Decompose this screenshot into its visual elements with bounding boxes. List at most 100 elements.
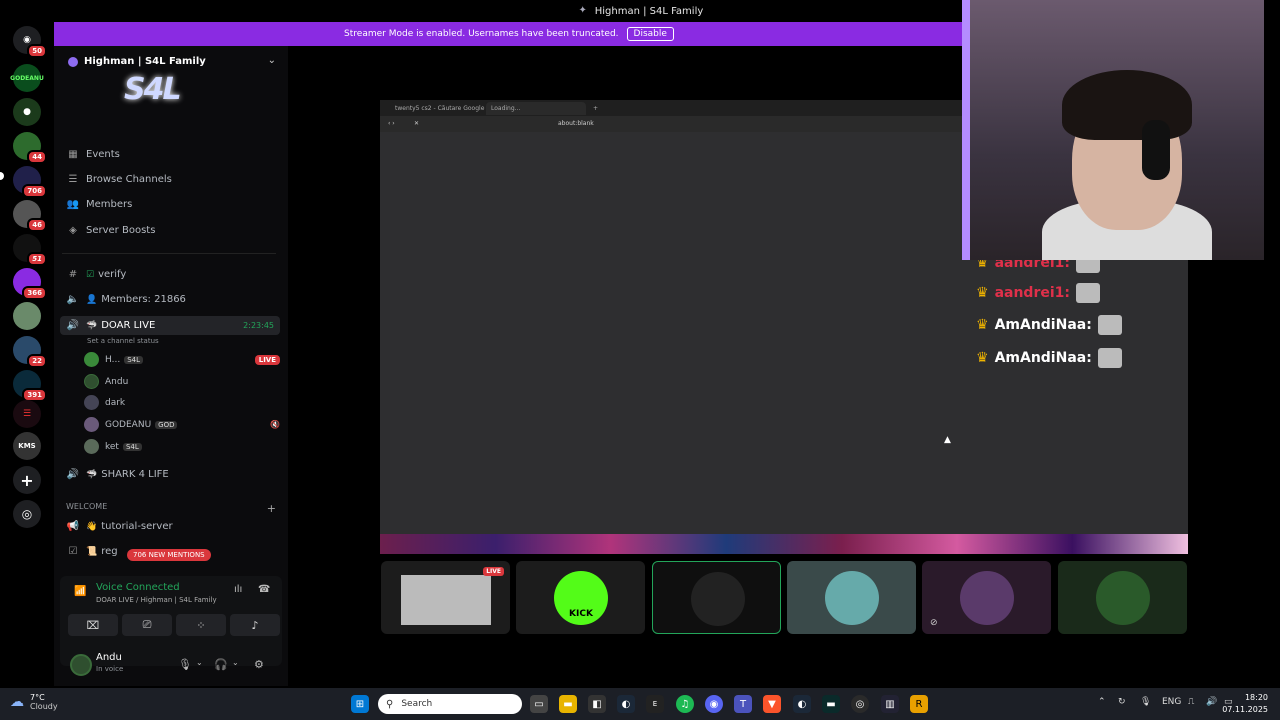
- participant-tile[interactable]: [787, 561, 916, 634]
- server-icon-godeanu[interactable]: GODEANU: [10, 64, 44, 92]
- channel-tutorial-server[interactable]: 📢 👋 tutorial-server: [66, 521, 280, 532]
- server-icon-pixel[interactable]: [13, 302, 41, 330]
- discover-button[interactable]: ◎: [13, 500, 41, 528]
- server-icon-w2g[interactable]: 51: [13, 234, 47, 266]
- brave-icon[interactable]: ▼: [763, 695, 781, 713]
- screen-share-button[interactable]: ⎚: [122, 614, 172, 636]
- server-icon-blue[interactable]: 22: [13, 336, 47, 368]
- participant-tile[interactable]: [1058, 561, 1187, 634]
- browser-tab[interactable]: twenty5 cs2 - Căutare Google: [390, 102, 490, 115]
- chevron-down-icon[interactable]: ⌄: [268, 55, 276, 66]
- voice-user[interactable]: dark: [84, 395, 280, 410]
- channel-members-count[interactable]: 🔈 👤 Members: 21866: [66, 294, 280, 305]
- spotify-icon[interactable]: ♫: [676, 695, 694, 713]
- channel-doar-live[interactable]: 🔊 🦈 DOAR LIVE 2:23:45: [60, 316, 280, 335]
- disconnect-icon[interactable]: ☎: [258, 584, 270, 595]
- user-tag: GOD: [155, 420, 178, 429]
- add-server-button[interactable]: +: [13, 466, 41, 494]
- teams-icon[interactable]: T: [734, 695, 752, 713]
- noise-suppression-icon[interactable]: ılı: [234, 584, 242, 595]
- nav-browse-channels[interactable]: ☰ Browse Channels: [66, 174, 172, 185]
- stop-loading-icon[interactable]: ✕: [414, 120, 419, 127]
- participant-tile[interactable]: ⊘: [922, 561, 1051, 634]
- browser-tab-active[interactable]: Loading...: [486, 102, 586, 115]
- store-icon[interactable]: ◧: [588, 695, 606, 713]
- activities-button[interactable]: ⁘: [176, 614, 226, 636]
- avatar: [84, 395, 99, 410]
- chrome-icon[interactable]: ◎: [851, 695, 869, 713]
- back-icon[interactable]: ‹ ›: [388, 120, 395, 127]
- chevron-down-icon[interactable]: ⌄: [196, 658, 203, 667]
- list-icon: ☰: [68, 174, 78, 185]
- user-name[interactable]: Andu: [96, 652, 122, 663]
- language-indicator[interactable]: ENG: [1162, 697, 1181, 707]
- discord-icon[interactable]: ◉: [705, 695, 723, 713]
- terminal-icon[interactable]: ▬: [822, 695, 840, 713]
- speaker-icon: 🔈: [66, 294, 80, 305]
- members-icon: 👥: [66, 199, 80, 210]
- chevron-up-icon[interactable]: ⌃: [1098, 697, 1106, 707]
- camera-off-button[interactable]: ⌧: [68, 614, 118, 636]
- app-icon[interactable]: ▥: [881, 695, 899, 713]
- update-icon[interactable]: ↻: [1118, 697, 1126, 707]
- user-status: In voice: [96, 665, 124, 673]
- new-tab-icon[interactable]: +: [588, 102, 603, 115]
- server-icon-kms[interactable]: KMS: [13, 432, 41, 460]
- voice-user[interactable]: Andu: [84, 374, 280, 389]
- weather-widget[interactable]: ☁ 7°C Cloudy: [10, 693, 58, 711]
- gear-icon[interactable]: ⚙: [254, 658, 264, 671]
- voice-user[interactable]: GODEANU GOD 🔇: [84, 417, 280, 432]
- category-welcome[interactable]: WELCOME +: [66, 502, 276, 515]
- server-icon-teal[interactable]: 391: [13, 370, 47, 402]
- nav-members[interactable]: 👥 Members: [66, 199, 133, 210]
- nav-events[interactable]: ▦ Events: [66, 149, 120, 160]
- steam-icon[interactable]: ◐: [617, 695, 635, 713]
- network-icon[interactable]: ⎍: [1188, 697, 1194, 707]
- new-mentions-pill[interactable]: 706 NEW MENTIONS: [127, 549, 211, 561]
- task-view-icon[interactable]: ▭: [530, 695, 548, 713]
- server-header[interactable]: Highman | S4L Family: [68, 56, 206, 67]
- nav-server-boosts[interactable]: ◈ Server Boosts: [66, 225, 155, 236]
- voice-connected-channel[interactable]: DOAR LIVE / Highman | S4L Family: [96, 596, 217, 604]
- volume-icon[interactable]: 🔊: [1206, 697, 1217, 707]
- avatar[interactable]: [70, 654, 92, 676]
- server-icon-gray[interactable]: 46: [13, 200, 47, 232]
- plus-icon[interactable]: +: [267, 502, 276, 515]
- server-icon-green[interactable]: 44: [13, 132, 47, 164]
- taskbar-search[interactable]: ⚲ Search: [378, 694, 522, 714]
- participant-tile-selected[interactable]: [652, 561, 781, 634]
- voice-user[interactable]: H... S4L LIVE: [84, 352, 280, 367]
- windows-start-icon[interactable]: ⊞: [351, 695, 369, 713]
- voice-connected-title[interactable]: Voice Connected: [96, 582, 180, 593]
- chat-message: ♛ AmAndiNaa:: [976, 348, 1122, 368]
- steam-icon[interactable]: ◐: [793, 695, 811, 713]
- url-field[interactable]: about:blank: [558, 120, 594, 127]
- emote-icon: [1075, 283, 1100, 303]
- server-icon-purple[interactable]: 366: [13, 268, 47, 300]
- epic-games-icon[interactable]: E: [646, 695, 664, 713]
- voice-user[interactable]: ket S4L: [84, 439, 280, 454]
- stream-preview: [401, 575, 491, 625]
- avatar: [84, 417, 99, 432]
- microphone-icon[interactable]: 🎙: [1140, 697, 1151, 707]
- rockstar-icon[interactable]: R: [910, 695, 928, 713]
- file-explorer-icon[interactable]: ▬: [559, 695, 577, 713]
- headphones-icon[interactable]: 🎧: [214, 658, 228, 671]
- weather-text: Cloudy: [30, 702, 58, 711]
- channel-shark-4-life[interactable]: 🔊 🦈 SHARK 4 LIFE: [66, 469, 280, 480]
- soundboard-button[interactable]: ♪: [230, 614, 280, 636]
- server-icon-red[interactable]: ●: [13, 98, 41, 126]
- home-button[interactable]: ◉ 50: [13, 26, 47, 58]
- microphone-icon[interactable]: 🎙: [178, 658, 192, 671]
- server-icon-se[interactable]: ☰: [13, 400, 41, 428]
- participant-tile[interactable]: KICK: [516, 561, 645, 634]
- chevron-down-icon[interactable]: ⌄: [232, 658, 239, 667]
- channel-status[interactable]: Set a channel status: [87, 337, 159, 345]
- disable-button[interactable]: Disable: [626, 27, 674, 41]
- system-clock[interactable]: 18:20 07.11.2025: [1222, 692, 1268, 716]
- shark-icon: 🦈: [86, 320, 98, 331]
- participant-tile-stream[interactable]: LIVE: [381, 561, 510, 634]
- server-icon-highman[interactable]: 706: [13, 166, 47, 198]
- channel-verify[interactable]: # ☑ verify: [66, 269, 280, 280]
- channel-label: tutorial-server: [101, 521, 173, 532]
